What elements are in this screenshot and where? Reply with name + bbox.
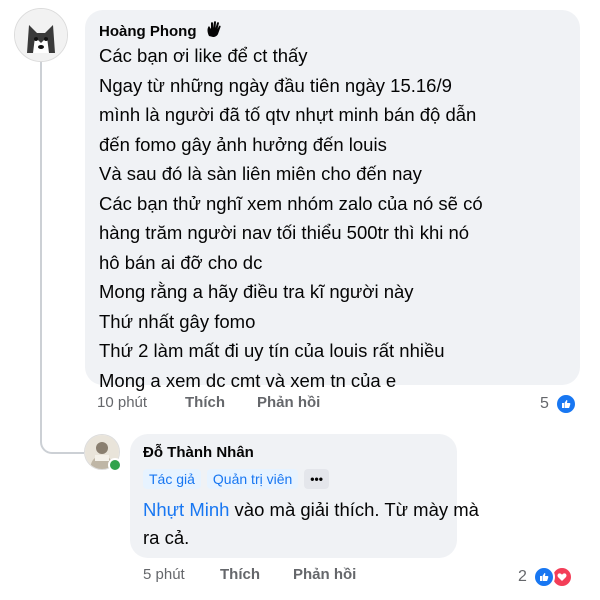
reply-body: Nhựt Minh vào mà giải thích. Từ mày mà r…	[143, 496, 479, 552]
comment-author[interactable]: Hoàng Phong	[99, 23, 197, 40]
reaction-summary[interactable]: 5	[540, 393, 577, 415]
thread-line-vertical	[40, 62, 42, 440]
reply-button[interactable]: Phản hồi	[293, 566, 356, 583]
author-badges: Tác giả Quản trị viên •••	[143, 469, 329, 489]
like-button[interactable]: Thích	[220, 566, 260, 583]
reply-author[interactable]: Đỗ Thành Nhân	[143, 444, 254, 461]
reply-bubble: Đỗ Thành Nhân Tác giả Quản trị viên ••• …	[130, 434, 479, 558]
thread-line-curve	[40, 438, 84, 454]
comment-bubble: Hoàng Phong Các bạn ơi like để ct thấy N…	[85, 10, 580, 391]
like-reaction-icon	[532, 566, 555, 588]
reply-text: vào mà giải thích. Từ mày mà	[229, 499, 479, 520]
author-badge[interactable]: Tác giả	[143, 469, 201, 489]
reaction-count: 5	[540, 395, 549, 412]
wave-hand-icon	[205, 20, 223, 43]
online-status-dot	[108, 458, 122, 472]
comment-line: Các bạn ơi like để ct thấy	[99, 45, 308, 66]
comment-line: Mong rằng a hãy điều tra kĩ người này	[99, 281, 414, 302]
commenter-avatar[interactable]	[14, 8, 68, 62]
reaction-count: 2	[518, 568, 527, 585]
reply-time[interactable]: 5 phút	[143, 566, 185, 583]
comment-line: hô bán ai đỡ cho dc	[99, 251, 263, 273]
like-reaction-icon	[554, 393, 577, 415]
reply-button[interactable]: Phản hồi	[257, 394, 320, 411]
admin-badge[interactable]: Quản trị viên	[206, 469, 299, 489]
more-options-button[interactable]: •••	[304, 469, 329, 489]
reply-text-line2: ra cả.	[143, 527, 190, 548]
comment-time[interactable]: 10 phút	[97, 394, 147, 411]
comment-line: hàng trăm người nav tối thiểu 500tr thì …	[99, 222, 470, 243]
comment-line: Mong a xem dc cmt và xem tn của e	[99, 369, 397, 391]
comment-line: Và sau đó là sàn liên miên cho đến nay	[99, 163, 422, 184]
comment-line: Các bạn thử nghĩ xem nhóm zalo của nó sẽ…	[99, 192, 483, 214]
comment-body: Các bạn ơi like để ct thấy Ngay từ những…	[99, 41, 483, 395]
comment-line: đến fomo gây ảnh hưởng đến louis	[99, 133, 387, 155]
comment-line: mình là người đã tố qtv nhựt minh bán độ…	[99, 104, 477, 125]
like-button[interactable]: Thích	[185, 394, 225, 411]
mention-link[interactable]: Nhựt Minh	[143, 499, 229, 520]
comment-line: Thứ nhất gây fomo	[99, 310, 256, 332]
comment-line: Ngay từ những ngày đầu tiên ngày 15.16/9	[99, 74, 452, 96]
reply-reaction-summary[interactable]: 2	[518, 566, 573, 588]
comment-line: Thứ 2 làm mất đi uy tín của louis rất nh…	[99, 340, 445, 361]
